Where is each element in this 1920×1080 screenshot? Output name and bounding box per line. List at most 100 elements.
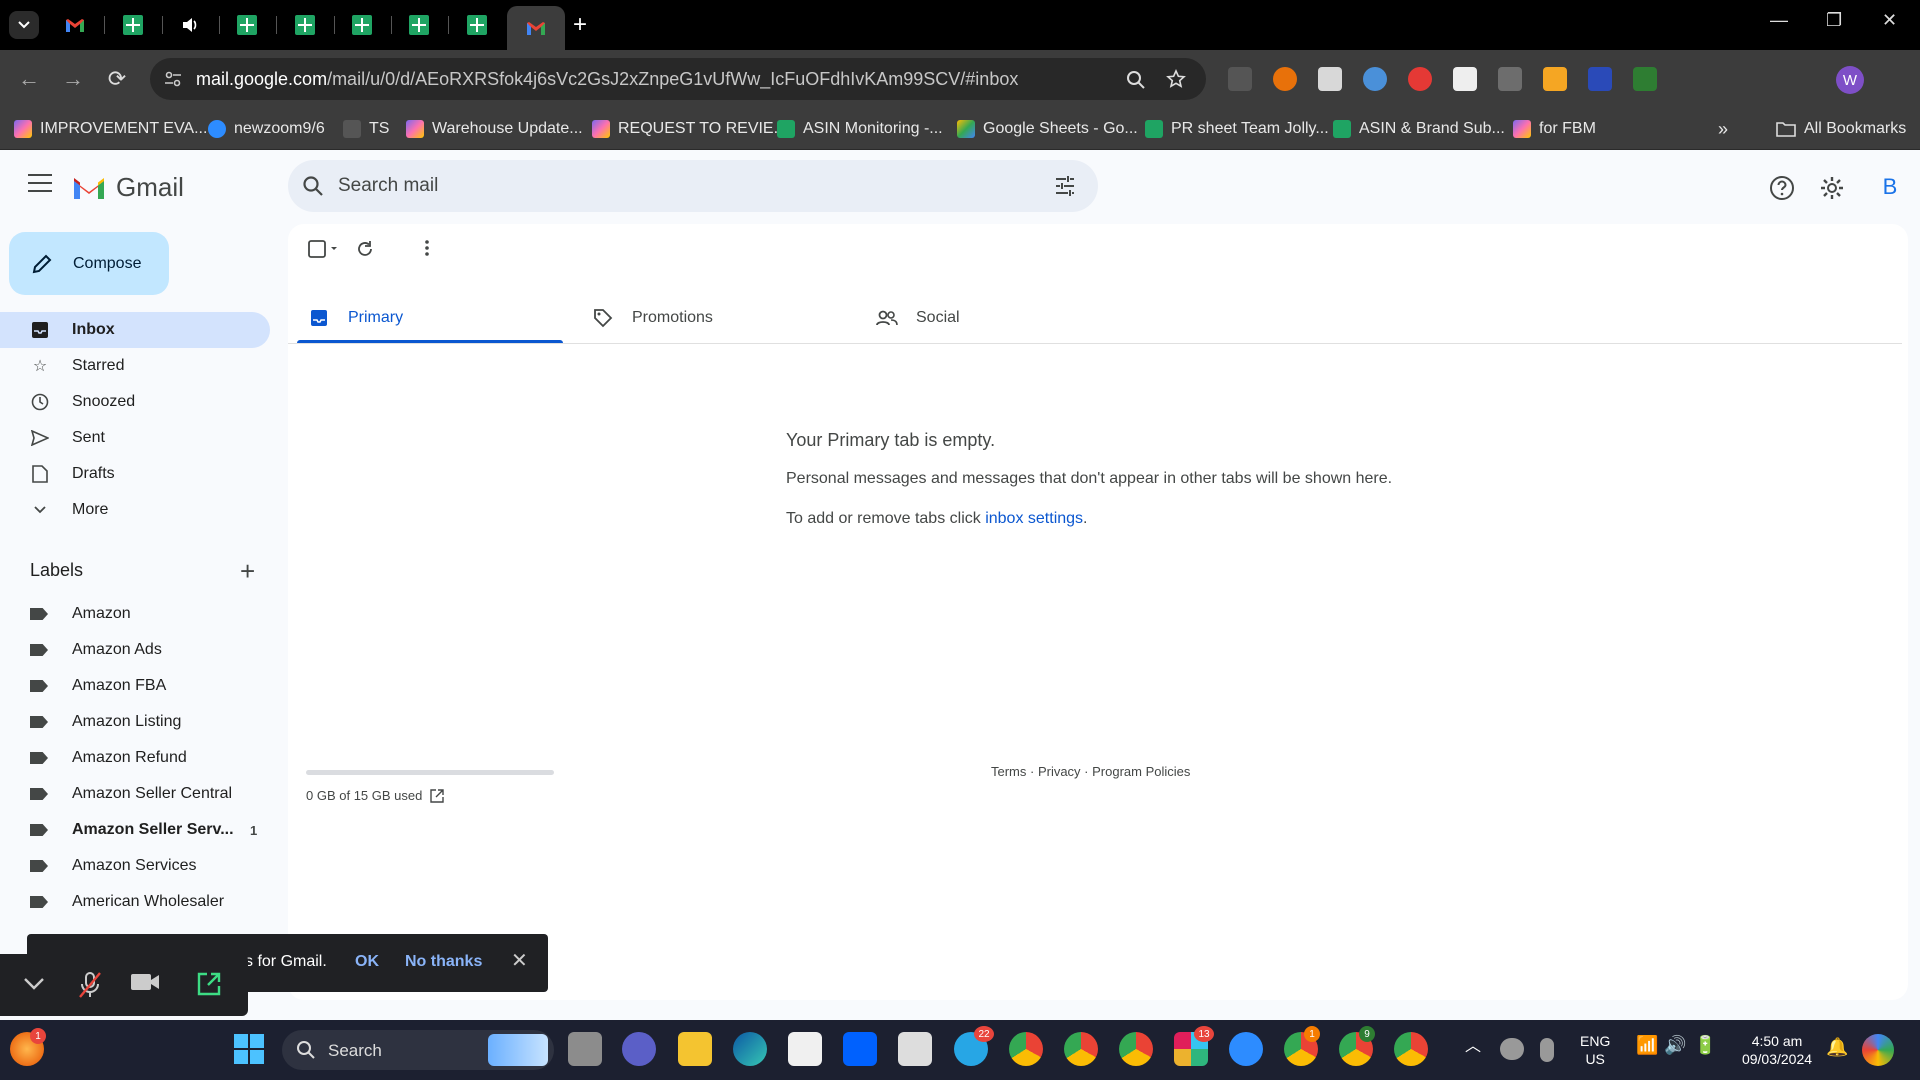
help-icon[interactable]: [1768, 174, 1796, 202]
account-avatar[interactable]: B: [1873, 170, 1907, 204]
language-indicator[interactable]: ENG US: [1580, 1032, 1610, 1068]
sidebar-item-inbox[interactable]: Inbox: [0, 312, 270, 348]
label-item[interactable]: Amazon FBA: [0, 668, 270, 704]
search-input[interactable]: Search mail: [338, 175, 438, 197]
scout-extension-icon[interactable]: [1543, 67, 1567, 91]
bookmark-item[interactable]: for FBM: [1513, 119, 1596, 139]
label-item[interactable]: Amazon Listing: [0, 704, 270, 740]
minimize-button[interactable]: —: [1770, 10, 1788, 31]
rs-extension-icon[interactable]: [1633, 67, 1657, 91]
zoom-icon[interactable]: [1229, 1032, 1263, 1066]
bookmark-item[interactable]: ASIN Monitoring -...: [777, 119, 943, 139]
show-hidden-icons-icon[interactable]: ︿: [1465, 1038, 1481, 1056]
zoom-icon[interactable]: [1126, 70, 1146, 90]
tab-sheet-2[interactable]: [219, 8, 275, 42]
sidebar-item-drafts[interactable]: Drafts: [0, 456, 270, 492]
search-bar[interactable]: Search mail: [288, 160, 1098, 212]
windows-start-icon[interactable]: [234, 1034, 264, 1064]
more-bookmarks-button[interactable]: »: [1718, 119, 1728, 139]
tab-sheet-6[interactable]: [449, 8, 505, 42]
snackbar-no-thanks-button[interactable]: No thanks: [405, 953, 482, 971]
chevron-down-icon[interactable]: [22, 971, 46, 995]
label-item[interactable]: American Wholesaler: [0, 884, 270, 920]
browser-profile-avatar[interactable]: W: [1836, 66, 1864, 94]
new-tab-button[interactable]: +: [573, 12, 587, 38]
image-extension-icon[interactable]: [1453, 67, 1477, 91]
microphone-icon[interactable]: [1540, 1038, 1554, 1062]
qr-extension-icon[interactable]: [1228, 67, 1252, 91]
sidebar-item-snoozed[interactable]: Snoozed: [0, 384, 270, 420]
tab-primary[interactable]: Primary: [308, 290, 403, 346]
bookmark-item[interactable]: PR sheet Team Jolly...: [1145, 119, 1329, 139]
tab-sheet-4[interactable]: [334, 8, 390, 42]
address-bar[interactable]: mail.google.com/mail/u/0/d/AEoRXRSfok4j6…: [150, 58, 1206, 100]
close-window-button[interactable]: ✕: [1882, 10, 1897, 31]
volume-icon[interactable]: 🔊: [1664, 1036, 1686, 1054]
teams-chat-icon[interactable]: [622, 1032, 656, 1066]
tab-sheet-3[interactable]: [277, 8, 333, 42]
bookmark-item[interactable]: ASIN & Brand Sub...: [1333, 119, 1505, 139]
amazon-icon[interactable]: [898, 1032, 932, 1066]
store-icon[interactable]: [788, 1032, 822, 1066]
all-bookmarks-button[interactable]: All Bookmarks: [1776, 119, 1906, 139]
dropbox-icon[interactable]: [843, 1032, 877, 1066]
chrome-icon[interactable]: [1119, 1032, 1153, 1066]
more-options-icon[interactable]: [425, 240, 429, 261]
tab-social[interactable]: Social: [876, 290, 960, 346]
file-explorer-icon[interactable]: [678, 1032, 712, 1066]
tab-gmail[interactable]: [47, 8, 103, 42]
label-item[interactable]: Amazon Seller Serv... 1: [0, 812, 270, 848]
reload-button[interactable]: ⟳: [102, 64, 132, 94]
wifi-icon[interactable]: 📶: [1636, 1036, 1658, 1054]
footer-links[interactable]: Terms · Privacy · Program Policies: [991, 764, 1190, 779]
extension-icon[interactable]: [1318, 67, 1342, 91]
tab-sheet-1[interactable]: [105, 8, 161, 42]
bookmark-item[interactable]: IMPROVEMENT EVA...: [14, 119, 207, 139]
snackbar-ok-button[interactable]: OK: [355, 953, 379, 971]
select-all-checkbox[interactable]: [308, 240, 340, 263]
search-icon[interactable]: [302, 175, 324, 197]
tab-sheet-5[interactable]: [391, 8, 447, 42]
clock[interactable]: 4:50 am 09/03/2024: [1735, 1032, 1819, 1068]
main-menu-icon[interactable]: [28, 174, 52, 192]
helium-extension-icon[interactable]: [1363, 67, 1387, 91]
bookmark-item[interactable]: newzoom9/6: [208, 119, 325, 139]
forward-button[interactable]: →: [58, 64, 88, 94]
close-icon[interactable]: ✕: [511, 948, 528, 973]
onedrive-icon[interactable]: [1500, 1038, 1524, 1060]
notification-bell-icon[interactable]: 🔔: [1826, 1038, 1848, 1056]
bookmark-item[interactable]: Warehouse Update...: [406, 119, 583, 139]
share-screen-icon[interactable]: [196, 971, 222, 997]
tab-promotions[interactable]: Promotions: [592, 290, 713, 346]
label-item[interactable]: Amazon Seller Central: [0, 776, 270, 812]
label-item[interactable]: Amazon Services: [0, 848, 270, 884]
sidebar-item-sent[interactable]: Sent: [0, 420, 270, 456]
add-label-icon[interactable]: +: [240, 556, 255, 587]
tab-search-button[interactable]: [9, 11, 39, 39]
camera-icon[interactable]: [130, 971, 160, 993]
f-extension-icon[interactable]: [1588, 67, 1612, 91]
chrome-icon[interactable]: [1009, 1032, 1043, 1066]
external-link-icon[interactable]: [430, 788, 445, 803]
tab-audio[interactable]: [162, 8, 218, 42]
inbox-settings-link[interactable]: inbox settings: [985, 510, 1083, 527]
bookmark-star-icon[interactable]: [1166, 69, 1186, 89]
edge-icon[interactable]: [733, 1032, 767, 1066]
label-item[interactable]: Amazon: [0, 596, 270, 632]
bookmark-item[interactable]: Google Sheets - Go...: [957, 119, 1138, 139]
mic-off-icon[interactable]: [78, 971, 102, 999]
copilot-icon[interactable]: [1862, 1034, 1894, 1066]
label-item[interactable]: Amazon Ads: [0, 632, 270, 668]
compose-button[interactable]: Compose: [9, 232, 169, 295]
search-options-icon[interactable]: [1054, 175, 1076, 197]
back-button[interactable]: ←: [14, 64, 44, 94]
gmail-logo[interactable]: Gmail: [72, 172, 184, 203]
sidebar-item-starred[interactable]: ☆ Starred: [0, 348, 270, 384]
taskbar-search[interactable]: Search: [282, 1030, 554, 1070]
settings-gear-icon[interactable]: [1818, 174, 1846, 202]
orange-extension-icon[interactable]: [1273, 67, 1297, 91]
sidebar-item-more[interactable]: More: [0, 492, 270, 528]
battery-icon[interactable]: 🔋: [1694, 1036, 1716, 1054]
chrome-icon[interactable]: [1064, 1032, 1098, 1066]
task-view-icon[interactable]: [568, 1032, 602, 1066]
